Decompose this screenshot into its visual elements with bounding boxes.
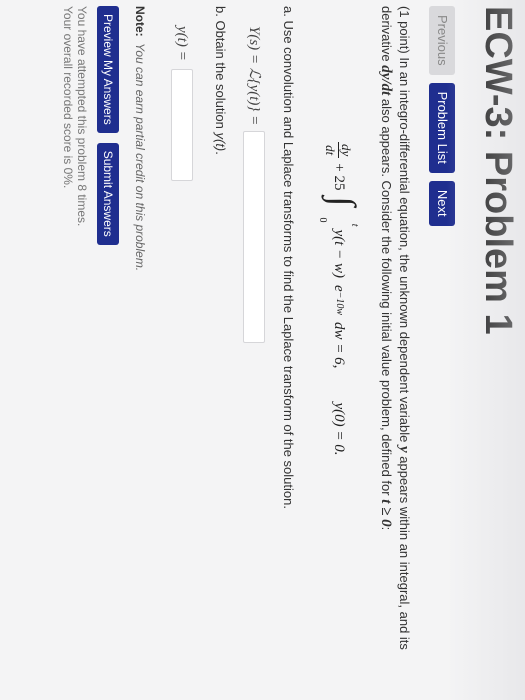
problem-statement: (1 point) In an integro-differential equ… [377,6,413,686]
integrand: y(t − w) [331,229,347,278]
integral-glyph: ∫ [323,196,363,207]
intro-text-d: : [379,526,394,531]
answer-actions: Preview My Answers Submit Answers [97,6,119,686]
attempt-status: You have attempted this problem 8 times.… [61,6,89,686]
dw-equals: dw = 6, [331,322,347,369]
laplace-answer-input[interactable] [243,131,265,344]
previous-button[interactable]: Previous [429,6,455,75]
var-condition: t ≥ 0 [378,499,394,527]
preview-answers-button[interactable]: Preview My Answers [97,6,119,133]
integral-lower-limit: 0 [317,217,328,223]
var-y: y [396,445,412,453]
part-a-answer-row: Y(s) = ℒ{y(t)} = [243,26,265,686]
part-b-var: y(t) [213,132,228,152]
problem-body: (1 point) In an integro-differential equ… [61,6,413,686]
fraction-denominator: dt [323,145,339,156]
score-text: Your overall recorded score is 0%. [61,6,75,189]
attempts-text: You have attempted this problem 8 times. [75,6,89,227]
note-text: You can earn partial credit on this prob… [133,43,147,272]
part-b-text-a: b. Obtain the solution [213,6,228,129]
integral-sign: ∫ t 0 [317,195,363,227]
part-a-label: Y(s) = ℒ{y(t)} = [246,26,262,126]
var-derivative: dy/dt [378,65,394,96]
problem-list-button[interactable]: Problem List [429,82,455,173]
exponential-base: e [331,284,347,292]
integro-differential-equation: dy dt + 25 ∫ t 0 y(t − w) e −10w dw = 6, … [317,142,363,686]
part-b-text-b: . [213,151,228,155]
photo-frame: ECW-3: Problem 1 Previous Problem List N… [0,0,525,700]
part-b-instructions: b. Obtain the solution y(t). [211,6,229,686]
fraction-numerator: dy [338,142,355,159]
submit-answers-button[interactable]: Submit Answers [97,142,119,245]
note-label: Note: [133,6,147,37]
part-b-label: y(t) = [174,26,190,61]
solution-answer-input[interactable] [171,68,193,181]
next-button[interactable]: Next [429,180,455,226]
partial-credit-note: Note: You can earn partial credit on thi… [131,6,149,686]
problem-nav: Previous Problem List Next [429,6,455,226]
part-a-instructions: a. Use convolution and Laplace transform… [281,6,296,509]
part-b-answer-row: y(t) = [171,26,193,686]
page-title: ECW-3: Problem 1 [477,6,519,335]
points-label: (1 point) [397,6,412,54]
initial-condition: y(0) = 0. [331,402,347,456]
integral-upper-limit: t [349,223,360,227]
intro-text-c: also appears. Consider the following ini… [379,98,394,496]
derivative-fraction: dy dt [323,142,355,159]
plus-25: + 25 [331,163,347,191]
webwork-problem-page: ECW-3: Problem 1 Previous Problem List N… [0,0,525,700]
intro-text-a: In an integro-differential equation, the… [397,57,412,443]
exponential-power: −10w [334,291,345,316]
